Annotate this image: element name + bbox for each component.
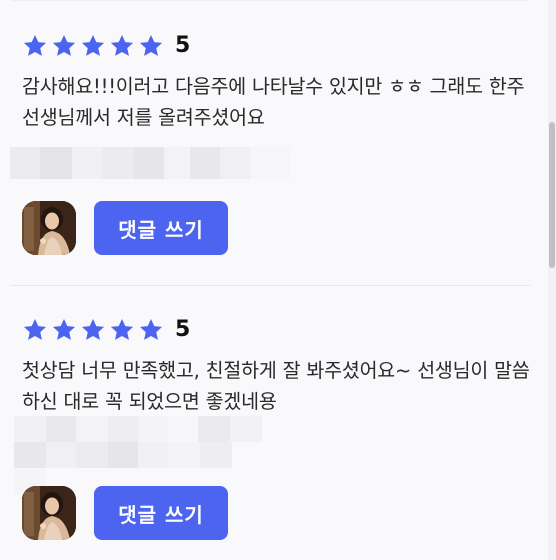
star-icon <box>138 33 164 59</box>
rating-row: 5 <box>22 31 532 61</box>
review-item: 5 감사해요!!!이러고 다음주에 나타날수 있지만 ㅎㅎ 그래도 한주 선생님… <box>22 31 532 133</box>
star-icon <box>51 33 77 59</box>
star-icon <box>138 317 164 343</box>
top-divider <box>12 0 528 1</box>
scrollbar-track[interactable] <box>548 0 556 560</box>
review-text: 감사해요!!!이러고 다음주에 나타날수 있지만 ㅎㅎ 그래도 한주 선생님께서… <box>22 75 525 129</box>
star-icon <box>109 317 135 343</box>
review-actions: 댓글 쓰기 <box>22 201 228 255</box>
write-comment-button[interactable]: 댓글 쓰기 <box>94 486 228 540</box>
rating-score: 5 <box>175 317 191 342</box>
star-icon <box>109 33 135 59</box>
star-icon <box>51 317 77 343</box>
blurred-meta <box>10 147 290 179</box>
star-icon <box>22 33 48 59</box>
blurred-meta <box>14 416 262 494</box>
counselor-avatar <box>22 486 76 540</box>
review-actions: 댓글 쓰기 <box>22 486 228 540</box>
write-comment-button[interactable]: 댓글 쓰기 <box>94 201 228 255</box>
star-rating <box>22 317 167 343</box>
scrollbar-thumb[interactable] <box>549 122 555 268</box>
review-text: 첫상담 너무 만족했고, 친절하게 잘 봐주셨어요~ 선생님이 말씀하신 대로 … <box>22 359 530 413</box>
star-icon <box>22 317 48 343</box>
counselor-avatar <box>22 201 76 255</box>
star-icon <box>80 317 106 343</box>
star-icon <box>80 33 106 59</box>
review-divider <box>10 285 530 286</box>
rating-score: 5 <box>175 33 191 58</box>
review-item: 5 첫상담 너무 만족했고, 친절하게 잘 봐주셨어요~ 선생님이 말씀하신 대… <box>22 315 532 417</box>
rating-row: 5 <box>22 315 532 345</box>
star-rating <box>22 33 167 59</box>
